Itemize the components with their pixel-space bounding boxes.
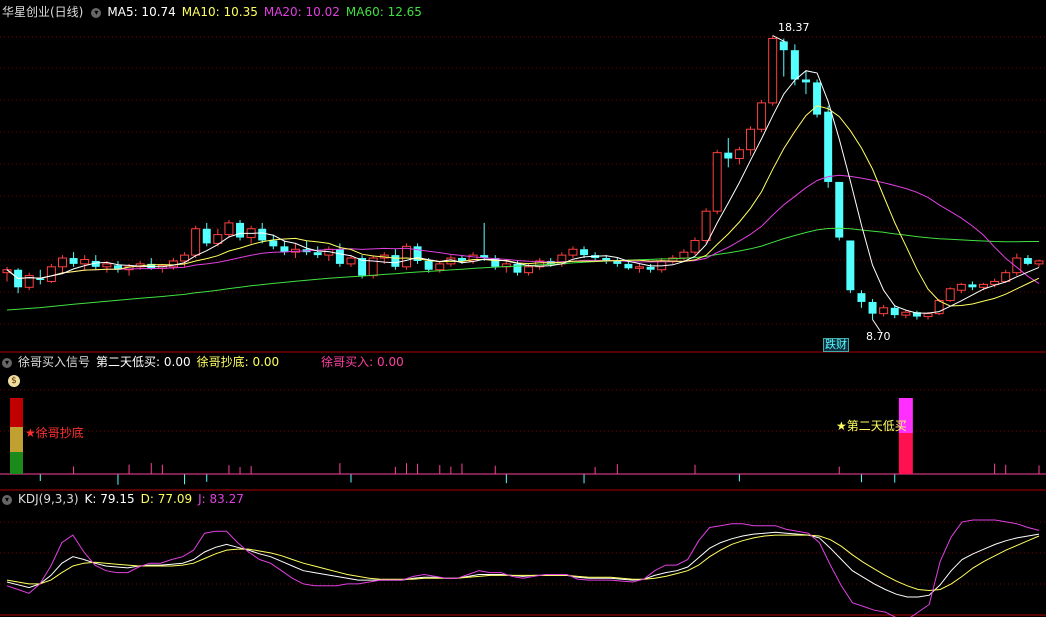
candlestick-panel[interactable] bbox=[2, 35, 1044, 332]
candle-up bbox=[346, 257, 356, 265]
candle-up bbox=[46, 266, 56, 282]
kdj-indicator-name[interactable]: KDJ(9,3,3) bbox=[18, 492, 79, 506]
candle-down bbox=[824, 111, 833, 182]
candle-down bbox=[724, 152, 733, 159]
ma20-label: MA20: 10.02 bbox=[263, 5, 340, 19]
candle-down bbox=[846, 240, 855, 291]
ma10-label: MA10: 10.35 bbox=[181, 5, 258, 19]
signal-panel[interactable] bbox=[0, 398, 1046, 485]
candle-down bbox=[391, 255, 400, 267]
candle-down bbox=[890, 307, 899, 316]
main-header: 华星创业(日线) ▾ MA5: 10.74 MA10: 10.35 MA20: 10.0… bbox=[0, 4, 428, 20]
bottom-buy-label: 徐哥抄底: 0.00 bbox=[196, 355, 280, 369]
chart-grid bbox=[0, 36, 1046, 616]
stock-chart-canvas[interactable] bbox=[0, 0, 1046, 617]
candle-down bbox=[313, 252, 322, 256]
candle-down bbox=[258, 228, 267, 241]
dropdown-icon[interactable]: ▾ bbox=[91, 7, 102, 18]
candle-up bbox=[435, 263, 445, 271]
candle-down bbox=[801, 79, 810, 83]
candle-up bbox=[745, 128, 755, 151]
candle-down bbox=[269, 240, 278, 247]
dropdown-icon[interactable]: ▾ bbox=[2, 494, 12, 505]
candle-up bbox=[568, 248, 578, 256]
kdj-j-label: J: 83.27 bbox=[198, 492, 244, 506]
candle-up bbox=[524, 266, 534, 274]
kdj-k-line bbox=[6, 531, 1040, 598]
candle-up bbox=[224, 222, 234, 236]
candle-down bbox=[580, 249, 589, 256]
ma60-line bbox=[6, 227, 1039, 311]
candle-down bbox=[202, 228, 211, 244]
candle-down bbox=[424, 260, 433, 270]
candle-up bbox=[923, 313, 933, 318]
signal-indicator-name[interactable]: 徐哥买入信号 bbox=[18, 355, 90, 369]
kdj-panel[interactable] bbox=[6, 519, 1040, 617]
candle-down bbox=[868, 301, 877, 314]
candle-down bbox=[624, 263, 633, 269]
signal-bottom-bar-red bbox=[10, 398, 23, 427]
ma10-line bbox=[6, 105, 1040, 307]
candle-up bbox=[635, 266, 645, 269]
candle-down bbox=[513, 263, 522, 273]
candle-down bbox=[646, 266, 655, 270]
high-price-label: 18.37 bbox=[778, 21, 810, 34]
candle-up bbox=[879, 307, 889, 315]
day2-buy-label: 第二天低买: 0.00 bbox=[96, 355, 191, 369]
candle-up bbox=[401, 245, 411, 268]
signal-header: ▾ 徐哥买入信号 第二天低买: 0.00 徐哥抄底: 0.00 徐哥买入: 0.00 bbox=[0, 354, 410, 370]
signal-day2-label: ★第二天低买 bbox=[836, 419, 907, 433]
candle-down bbox=[813, 82, 822, 115]
candle-down bbox=[968, 284, 977, 288]
candle-down bbox=[779, 41, 788, 51]
ma5-label: MA5: 10.74 bbox=[107, 5, 176, 19]
signal-bottom-bar-yellow bbox=[10, 427, 23, 452]
candle-down bbox=[835, 181, 844, 238]
candle-up bbox=[1034, 260, 1044, 265]
candle-up bbox=[712, 152, 722, 212]
candle-down bbox=[335, 249, 344, 264]
candle-up bbox=[990, 280, 1000, 285]
candle-down bbox=[857, 293, 866, 302]
candle-up bbox=[191, 228, 201, 256]
candle-down bbox=[236, 222, 245, 238]
kdj-k-label: K: 79.15 bbox=[84, 492, 135, 506]
kdj-j-line bbox=[6, 519, 1040, 617]
candle-up bbox=[945, 288, 955, 301]
ma5-line bbox=[6, 70, 1040, 314]
candle-down bbox=[613, 260, 622, 264]
candle-up bbox=[757, 102, 767, 130]
candle-up bbox=[690, 239, 700, 253]
signal-bottom-label: ★徐哥抄底 bbox=[25, 426, 84, 440]
kdj-header: ▾ KDJ(9,3,3) K: 79.15 D: 77.09 J: 83.27 bbox=[0, 491, 250, 507]
money-bag-icon: $ bbox=[8, 375, 20, 387]
signal-day2-bar-red bbox=[898, 433, 913, 474]
dropdown-icon[interactable]: ▾ bbox=[2, 357, 12, 368]
low-price-label: 8.70 bbox=[866, 330, 891, 343]
signal-bottom-bar-green bbox=[10, 452, 23, 474]
candle-up bbox=[701, 210, 711, 241]
candle-up bbox=[956, 283, 966, 291]
candle-up bbox=[102, 263, 112, 268]
candle-up bbox=[734, 149, 744, 160]
candle-up bbox=[979, 283, 989, 288]
candle-up bbox=[180, 254, 190, 262]
event-badge[interactable]: 跌财 bbox=[823, 338, 849, 352]
xu-buy-label: 徐哥买入: 0.00 bbox=[321, 355, 404, 369]
candle-down bbox=[36, 278, 45, 280]
kdj-d-label: D: 77.09 bbox=[140, 492, 193, 506]
candle-up bbox=[768, 37, 778, 104]
candle-down bbox=[69, 258, 78, 264]
candle-up bbox=[901, 311, 911, 316]
candle-up bbox=[679, 251, 689, 259]
candle-up bbox=[57, 257, 67, 268]
candle-down bbox=[1023, 258, 1032, 264]
ma60-label: MA60: 12.65 bbox=[345, 5, 422, 19]
candle-down bbox=[790, 50, 799, 80]
stock-title[interactable]: 华星创业(日线) bbox=[2, 5, 83, 19]
candle-up bbox=[80, 259, 90, 265]
